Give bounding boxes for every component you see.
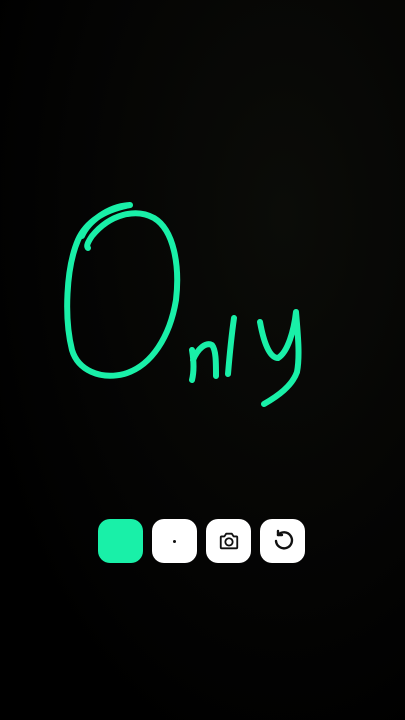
stroke-letter-o: [64, 202, 181, 379]
camera-icon: [219, 532, 238, 550]
color-swatch-button[interactable]: [98, 519, 143, 563]
dot-icon: [173, 539, 176, 543]
drawing-screen: [0, 0, 405, 720]
stroke-letter-l: [225, 315, 237, 377]
handwritten-only-strokes: [64, 202, 302, 407]
stroke-letter-y: [257, 309, 302, 407]
drawing-toolbar: [98, 519, 305, 563]
stroke-letter-n: [189, 341, 219, 383]
snapshot-button[interactable]: [206, 519, 251, 563]
drawing-canvas[interactable]: [0, 0, 405, 720]
brush-size-button[interactable]: [152, 519, 197, 563]
rotate-ccw-icon: [274, 529, 293, 550]
reset-button[interactable]: [260, 519, 305, 563]
